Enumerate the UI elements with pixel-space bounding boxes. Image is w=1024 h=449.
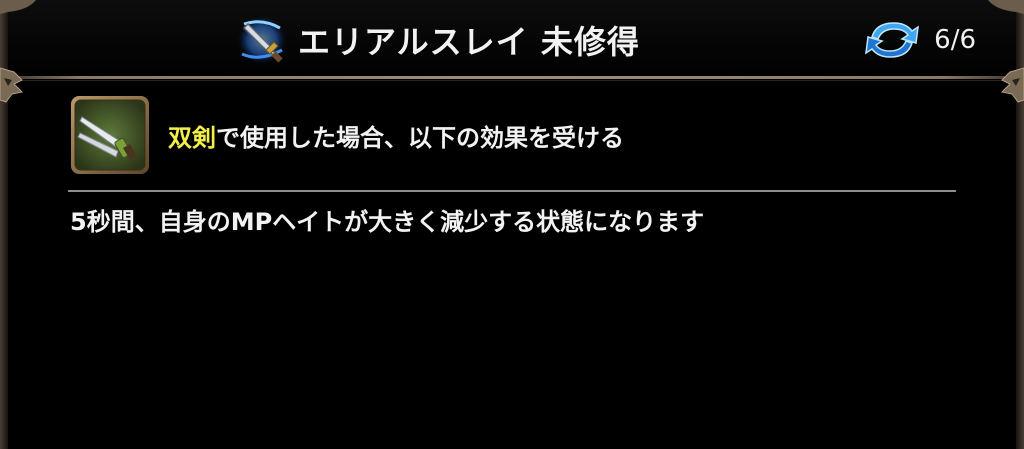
header-frame-border: [0, 76, 1024, 79]
effect-condition-text: で使用した場合、以下の効果を受ける: [216, 123, 624, 152]
skill-description: 5秒間、自身のMPヘイトが大きく減少する状態になります: [70, 208, 705, 236]
corner-ornament-top-right: [988, 0, 1024, 14]
weapon-name: 双剣: [168, 123, 216, 152]
frame-ornament-left: [0, 67, 24, 103]
weapon-effect-row: 双剣で使用した場合、以下の効果を受ける: [70, 94, 624, 176]
section-divider: [68, 190, 956, 192]
refresh-icon: [865, 22, 920, 58]
frame-ornament-right: [1000, 67, 1024, 103]
skill-name: エリアルスレイ 未修得: [298, 23, 640, 61]
corner-ornament-top-left: [0, 0, 36, 14]
header-frame-shadow: [0, 80, 1024, 81]
effect-condition: 双剣で使用した場合、以下の効果を受ける: [168, 118, 624, 153]
skill-title-row: エリアルスレイ 未修得: [236, 14, 640, 66]
skill-count: 6/6: [934, 25, 976, 55]
dual-swords-icon: [71, 96, 149, 174]
skill-counter: 6/6: [864, 16, 976, 64]
crossed-sword-icon: [238, 16, 286, 64]
